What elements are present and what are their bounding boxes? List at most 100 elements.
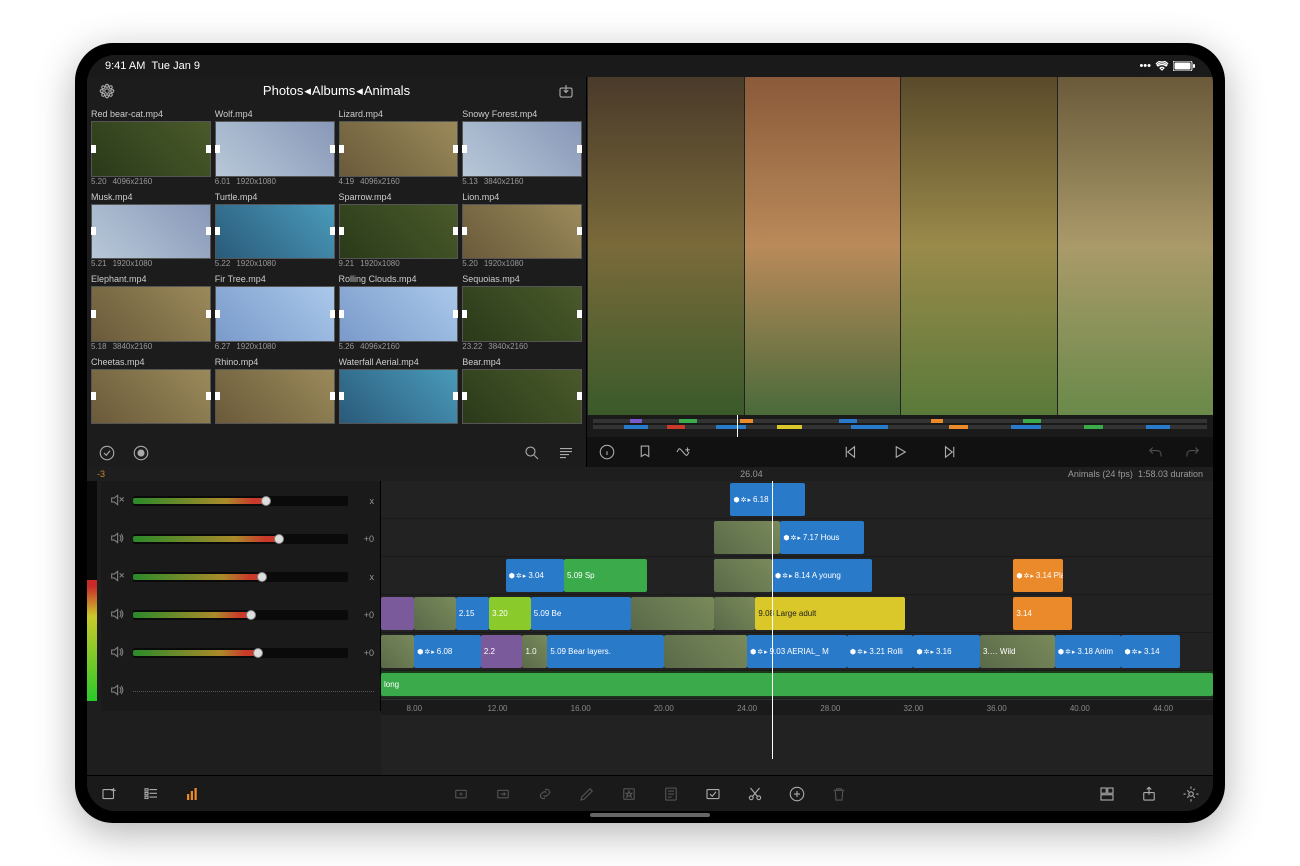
master-slider[interactable] (133, 691, 374, 692)
breadcrumb-animals[interactable]: Animals (364, 83, 410, 99)
clip-item[interactable]: Waterfall Aerial.mp4 (339, 357, 459, 436)
clip-item[interactable]: Cheetas.mp4 (91, 357, 211, 436)
timeline-clip[interactable]: ⬢✲▸3.04 (506, 559, 564, 592)
clip-thumbnail[interactable] (339, 286, 459, 342)
link-button[interactable] (533, 782, 557, 806)
mini-clip[interactable] (740, 419, 752, 423)
search-button[interactable] (520, 441, 544, 465)
cut-button[interactable] (743, 782, 767, 806)
mini-clip[interactable] (839, 419, 857, 423)
timeline-clip[interactable] (381, 597, 414, 630)
timeline-clip[interactable] (714, 559, 772, 592)
clip-thumbnail[interactable] (462, 121, 582, 177)
mini-playhead[interactable] (737, 415, 738, 437)
clip-thumbnail[interactable] (462, 369, 582, 425)
timeline-clip[interactable]: 2.2 (481, 635, 523, 668)
mini-clip[interactable] (1011, 425, 1042, 429)
timeline-clip[interactable]: ⬢✲▸3.14 (1121, 635, 1179, 668)
app-logo-icon[interactable] (95, 79, 119, 103)
marker-button[interactable] (633, 440, 657, 464)
timeline-track[interactable]: ⬢✲▸6.082.21.05.09 Bear layers.⬢✲▸9.03 AE… (381, 633, 1213, 671)
mute-icon[interactable] (107, 568, 127, 587)
add-keyframe-button[interactable] (671, 440, 695, 464)
timeline-clip[interactable] (664, 635, 747, 668)
timeline-clip[interactable]: ⬢✲▸6.08 (414, 635, 481, 668)
delete-button[interactable] (827, 782, 851, 806)
clip-item[interactable]: Sparrow.mp4 9.211920x1080 (339, 192, 459, 271)
clip-item[interactable]: Fir Tree.mp4 6.271920x1080 (215, 274, 335, 353)
clip-thumbnail[interactable] (91, 369, 211, 425)
mini-clip[interactable] (949, 425, 967, 429)
mini-clip[interactable] (624, 425, 649, 429)
mini-timeline[interactable] (587, 415, 1213, 437)
clip-thumbnail[interactable] (91, 204, 211, 260)
speaker-icon[interactable] (107, 644, 127, 663)
speaker-icon[interactable] (107, 606, 127, 625)
clip-thumbnail[interactable] (215, 286, 335, 342)
clip-thumbnail[interactable] (91, 121, 211, 177)
undo-button[interactable] (1143, 440, 1167, 464)
master-speaker-icon[interactable] (107, 682, 127, 701)
clip-item[interactable]: Rolling Clouds.mp4 5.264096x2160 (339, 274, 459, 353)
timeline-clip[interactable]: 3.14 (1013, 597, 1071, 630)
timeline-clip[interactable]: 5.09 Bear layers. (547, 635, 663, 668)
clip-thumbnail[interactable] (215, 204, 335, 260)
clip-item[interactable]: Musk.mp4 5.211920x1080 (91, 192, 211, 271)
clip-item[interactable]: Snowy Forest.mp4 5.133840x2160 (462, 109, 582, 188)
breadcrumb[interactable]: Photos◂ Albums◂ Animals (119, 83, 554, 99)
clip-item[interactable]: Sequoias.mp4 23.223840x2160 (462, 274, 582, 353)
clip-thumbnail[interactable] (215, 121, 335, 177)
edit-button[interactable] (575, 782, 599, 806)
favorite-button[interactable] (617, 782, 641, 806)
timeline-clip[interactable]: ⬢✲▸8.14 A young (772, 559, 872, 592)
preview-viewport[interactable] (587, 77, 1213, 415)
clip-thumbnail[interactable] (91, 286, 211, 342)
timeline-clip[interactable]: ⬢✲▸9.03 AERIAL_ M (747, 635, 847, 668)
track-list-button[interactable] (139, 782, 163, 806)
clip-thumbnail[interactable] (339, 204, 459, 260)
timeline-clip[interactable]: ⬢✲▸3.16 (913, 635, 980, 668)
clip-thumbnail[interactable] (339, 121, 459, 177)
timeline-tracks[interactable]: ⬢✲▸6.18⬢✲▸7.17 Hous⬢✲▸3.045.09 Sp⬢✲▸8.14… (381, 481, 1213, 775)
timeline-clip[interactable] (631, 597, 714, 630)
clip-item[interactable]: Elephant.mp4 5.183840x2160 (91, 274, 211, 353)
timeline-track[interactable]: ⬢✲▸6.18 (381, 481, 1213, 519)
levels-button[interactable] (181, 782, 205, 806)
timeline-clip[interactable]: 3.… Wild (980, 635, 1055, 668)
timeline-clip[interactable] (714, 597, 756, 630)
info-button[interactable] (595, 440, 619, 464)
timeline-clip[interactable]: ⬢✲▸3.18 Anim (1055, 635, 1122, 668)
prev-button[interactable] (838, 440, 862, 464)
share-button[interactable] (1137, 782, 1161, 806)
settings-button[interactable] (1179, 782, 1203, 806)
add-track-button[interactable] (97, 782, 121, 806)
mini-clip[interactable] (777, 425, 802, 429)
timeline-clip[interactable]: 5.09 Be (531, 597, 631, 630)
timeline-clip[interactable]: ⬢✲▸6.18 (730, 483, 805, 516)
clip-item[interactable]: Rhino.mp4 (215, 357, 335, 436)
timeline-clip[interactable] (414, 597, 456, 630)
timeline-track[interactable]: ⬢✲▸3.045.09 Sp⬢✲▸8.14 A young⬢✲▸3.14 Pla… (381, 557, 1213, 595)
clip-item[interactable]: Bear.mp4 (462, 357, 582, 436)
clip-item[interactable]: Red bear-cat.mp4 5.204096x2160 (91, 109, 211, 188)
mini-clip[interactable] (630, 419, 642, 423)
overwrite-button[interactable] (491, 782, 515, 806)
timeline-clip[interactable] (714, 521, 781, 554)
mini-clip[interactable] (931, 419, 943, 423)
clip-item[interactable]: Turtle.mp4 5.221920x1080 (215, 192, 335, 271)
notes-button[interactable] (659, 782, 683, 806)
select-all-button[interactable] (95, 441, 119, 465)
timeline-track[interactable]: ⬢✲▸7.17 Hous (381, 519, 1213, 557)
mini-clip[interactable] (851, 425, 888, 429)
clip-thumbnail[interactable] (462, 204, 582, 260)
volume-slider[interactable] (133, 534, 348, 544)
check-button[interactable] (701, 782, 725, 806)
timeline-clip[interactable]: ⬢✲▸3.14 Plai (1013, 559, 1063, 592)
clip-item[interactable]: Lizard.mp4 4.194096x2160 (339, 109, 459, 188)
clip-thumbnail[interactable] (339, 369, 459, 425)
clip-item[interactable]: Wolf.mp4 6.011920x1080 (215, 109, 335, 188)
timeline-clip[interactable]: 9.08 Large adult (755, 597, 905, 630)
timeline-clip[interactable]: 3.20 (489, 597, 531, 630)
layout-button[interactable] (1095, 782, 1119, 806)
breadcrumb-albums[interactable]: Albums (312, 83, 355, 99)
